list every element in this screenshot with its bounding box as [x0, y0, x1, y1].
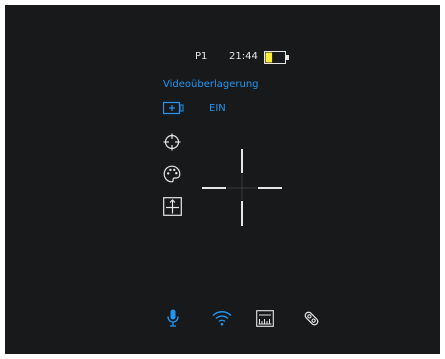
video-overlay-value: EIN [209, 103, 226, 114]
wifi-icon [212, 310, 232, 326]
microphone-button[interactable] [167, 309, 179, 327]
rangefinder-ruler-icon [256, 310, 274, 327]
reticle-position-icon [163, 197, 182, 216]
video-overlay-icon [163, 101, 185, 115]
menu-item-palette[interactable] [163, 165, 181, 183]
menu-item-reticle-position[interactable] [163, 197, 182, 216]
wifi-button[interactable] [212, 310, 232, 326]
ultrasonic-sensor-icon [303, 310, 320, 327]
battery-icon [264, 51, 290, 64]
rangefinder-button[interactable] [256, 310, 274, 327]
microphone-icon [167, 309, 179, 327]
crosshair-target-icon [163, 133, 181, 151]
ultrasonic-button[interactable] [303, 310, 320, 327]
profile-label: P1 [195, 51, 208, 62]
menu-item-crosshair[interactable] [163, 133, 181, 151]
menu-title: Videoüberlagerung [163, 79, 259, 90]
device-screen: P1 21:44 Videoüberlagerung EIN [5, 5, 440, 354]
clock-time: 21:44 [229, 51, 258, 62]
reticle-crosshair [200, 145, 284, 231]
palette-icon [163, 165, 181, 183]
